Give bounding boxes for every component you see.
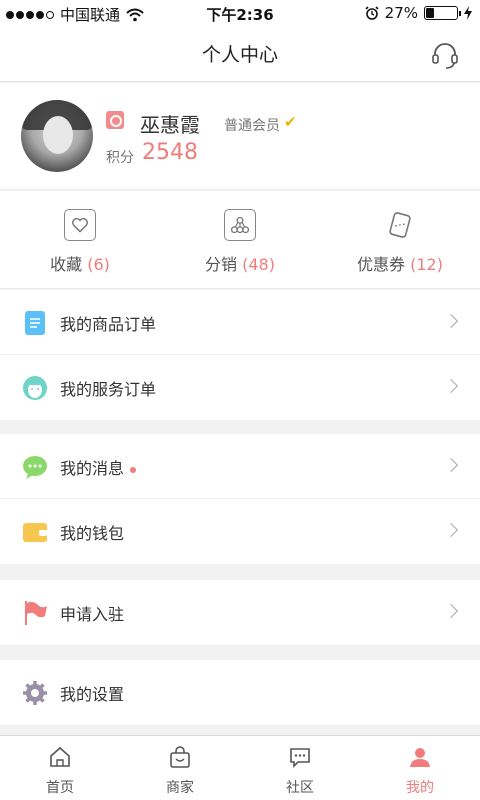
tab-bar: 首页 商家 社区 我的: [0, 735, 480, 800]
stat-favorites[interactable]: 收藏 (6): [0, 191, 160, 288]
stats-row: 收藏 (6) 分销 (48) 优惠券 (12): [0, 191, 480, 289]
tab-community-label: 社区: [286, 780, 314, 796]
menu-service-orders[interactable]: 我的服务订单: [0, 355, 480, 420]
profile-card[interactable]: 巫惠霞 普通会员 ✔ 积分 2548: [0, 83, 480, 190]
points-label: 积分: [106, 150, 134, 166]
chevron-right-icon: [443, 313, 459, 329]
apply-group: 申请入驻: [0, 580, 480, 645]
orders-group: 我的商品订单 我的服务订单: [0, 290, 480, 420]
status-right: 27%: [365, 4, 472, 22]
menu-wallet[interactable]: 我的钱包: [0, 499, 480, 564]
person-icon: [410, 748, 430, 767]
gear-icon: [23, 681, 47, 705]
stat-coupons[interactable]: 优惠券 (12): [320, 191, 480, 288]
unread-dot: [130, 466, 137, 473]
tab-shops-label: 商家: [166, 780, 194, 796]
menu-product-orders-label: 我的商品订单: [60, 315, 157, 334]
network-icon: [224, 209, 256, 241]
tab-community[interactable]: 社区: [240, 736, 360, 800]
avatar[interactable]: [21, 100, 93, 172]
menu-apply-join-label: 申请入驻: [60, 605, 125, 624]
vip-check-icon: ✔: [284, 113, 297, 131]
nav-bar: 个人中心: [0, 26, 480, 82]
stat-coupons-label: 优惠券 (12): [357, 255, 443, 274]
heart-icon: [64, 209, 96, 241]
settings-group: 我的设置: [0, 660, 480, 725]
message-bubble-icon: [23, 456, 47, 479]
page-title: 个人中心: [201, 44, 278, 66]
menu-wallet-label: 我的钱包: [60, 524, 125, 543]
messages-group: 我的消息 我的钱包: [0, 434, 480, 564]
stat-favorites-label: 收藏 (6): [50, 255, 110, 274]
menu-service-orders-label: 我的服务订单: [60, 380, 157, 399]
stat-distribution-label: 分销 (48): [205, 255, 275, 274]
menu-settings-label: 我的设置: [60, 685, 125, 704]
menu-settings[interactable]: 我的设置: [0, 660, 480, 725]
battery-icon: [424, 6, 461, 20]
user-tag-icon: [106, 111, 124, 129]
alarm-icon: [365, 6, 379, 20]
status-bar: 中国联通 下午2:36 27%: [0, 0, 480, 26]
tab-mine[interactable]: 我的: [360, 736, 480, 800]
girl-avatar-icon: [23, 376, 47, 400]
chevron-right-icon: [443, 378, 459, 394]
stat-distribution[interactable]: 分销 (48): [160, 191, 320, 288]
home-icon: [50, 746, 70, 767]
member-level: 普通会员: [224, 118, 280, 134]
stat-favorites-count: (6): [87, 255, 110, 274]
screen: 中国联通 下午2:36 27% 个人中心 巫惠霞 普通会员 ✔ 积分 2548 …: [0, 0, 480, 800]
tab-mine-label: 我的: [406, 780, 434, 796]
document-icon: [25, 311, 45, 335]
stat-distribution-count: (48): [242, 255, 275, 274]
coupon-icon: [389, 212, 411, 238]
user-name: 巫惠霞: [140, 113, 200, 137]
flag-icon: [25, 601, 47, 625]
shop-bag-icon: [170, 746, 190, 768]
chevron-right-icon: [443, 457, 459, 473]
wallet-icon: [23, 523, 47, 542]
menu-messages-label: 我的消息: [60, 455, 137, 479]
points-value: 2548: [142, 140, 198, 165]
avatar-face: [43, 116, 73, 154]
tab-shops[interactable]: 商家: [120, 736, 240, 800]
chat-icon: [290, 748, 310, 768]
tab-home-label: 首页: [46, 780, 74, 796]
stat-coupons-count: (12): [410, 255, 443, 274]
chevron-right-icon: [443, 522, 459, 538]
menu-apply-join[interactable]: 申请入驻: [0, 580, 480, 645]
battery-percent: 27%: [384, 4, 418, 22]
charging-icon: [464, 6, 472, 20]
tab-home[interactable]: 首页: [0, 736, 120, 800]
headset-icon[interactable]: [430, 40, 460, 70]
menu-messages[interactable]: 我的消息: [0, 434, 480, 499]
menu-product-orders[interactable]: 我的商品订单: [0, 290, 480, 355]
chevron-right-icon: [443, 603, 459, 619]
